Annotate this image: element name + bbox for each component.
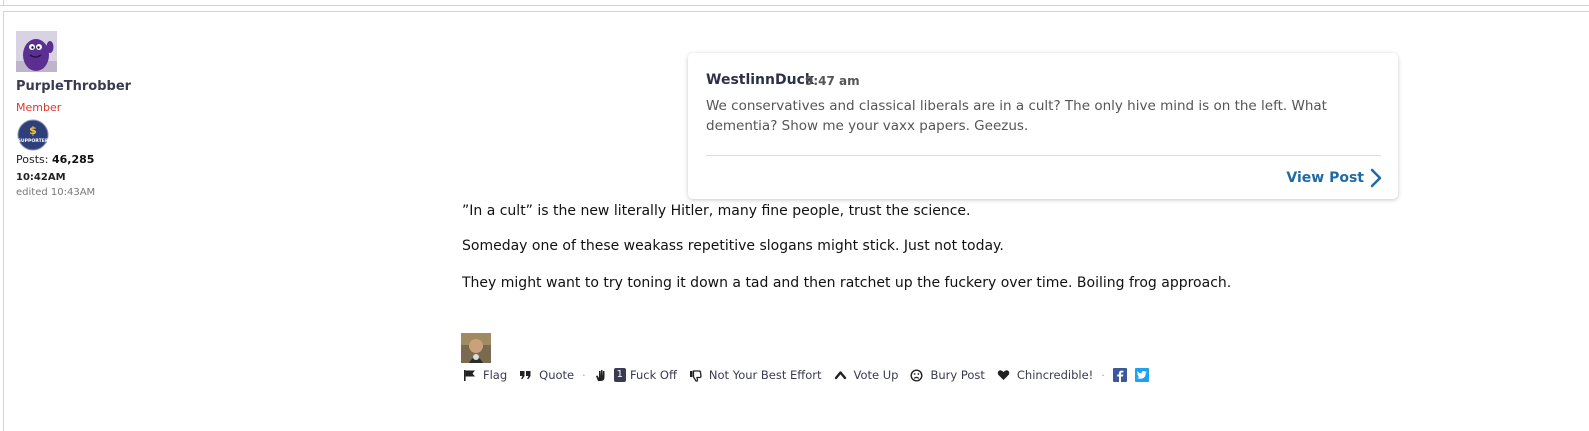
supporter-badge: $ SUPPORTER xyxy=(17,119,49,151)
quoted-post: WestlinnDuck 9:47 am We conservatives an… xyxy=(688,53,1398,199)
fuckoff-reaction-button[interactable]: 1 Fuck Off xyxy=(594,368,677,382)
author-username[interactable]: PurpleThrobber xyxy=(16,79,131,94)
reactor-avatar[interactable] xyxy=(461,333,491,363)
quote-button[interactable]: Quote xyxy=(519,368,574,382)
edited-timestamp: edited 10:43AM xyxy=(16,187,96,198)
svg-text:SUPPORTER: SUPPORTER xyxy=(18,138,49,144)
post-paragraph: ”In a cult” is the new literally Hitler,… xyxy=(462,203,971,219)
hand-wave-icon xyxy=(595,369,605,381)
quote-divider xyxy=(706,155,1381,156)
author-role: Member xyxy=(16,101,62,114)
quote-icon xyxy=(520,371,531,379)
thumbs-down-icon xyxy=(689,369,702,382)
comment-post: PurpleThrobber Member $ SUPPORTER Posts:… xyxy=(3,11,1589,431)
heart-icon xyxy=(997,370,1010,380)
quote-time: 9:47 am xyxy=(805,74,860,88)
chincredible-button[interactable]: Chincredible! xyxy=(997,368,1093,382)
post-timestamp[interactable]: 10:42AM xyxy=(16,172,66,183)
flag-icon xyxy=(464,369,475,381)
chevron-right-icon xyxy=(1370,168,1382,188)
post-paragraph: They might want to try toning it down a … xyxy=(462,275,1232,291)
quote-body: We conservatives and classical liberals … xyxy=(706,98,1327,134)
facebook-icon xyxy=(1116,370,1124,382)
svg-text:$: $ xyxy=(29,124,37,137)
facebook-share-button[interactable] xyxy=(1112,368,1127,382)
view-post-link[interactable]: View Post xyxy=(1286,166,1382,190)
twitter-icon xyxy=(1136,371,1147,379)
twitter-share-button[interactable] xyxy=(1134,368,1149,382)
post-actions-bar: Flag Quote · 1 Fuck Off Not Your Best Ef… xyxy=(463,366,1157,384)
separator-dot: · xyxy=(582,368,586,382)
not-best-effort-button[interactable]: Not Your Best Effort xyxy=(689,368,822,382)
frown-icon xyxy=(910,368,923,382)
flag-button[interactable]: Flag xyxy=(463,368,507,382)
vote-up-button[interactable]: Vote Up xyxy=(834,368,898,382)
bury-post-button[interactable]: Bury Post xyxy=(910,368,985,382)
quote-author[interactable]: WestlinnDuck xyxy=(706,72,814,88)
fuckoff-count: 1 xyxy=(613,368,627,382)
separator-dot: · xyxy=(1101,368,1105,382)
author-post-count: Posts: 46,285 xyxy=(16,153,95,166)
post-paragraph: Someday one of these weakass repetitive … xyxy=(462,238,1004,254)
chevron-up-icon xyxy=(834,371,846,380)
author-avatar[interactable] xyxy=(16,31,57,72)
top-border xyxy=(0,0,1589,6)
